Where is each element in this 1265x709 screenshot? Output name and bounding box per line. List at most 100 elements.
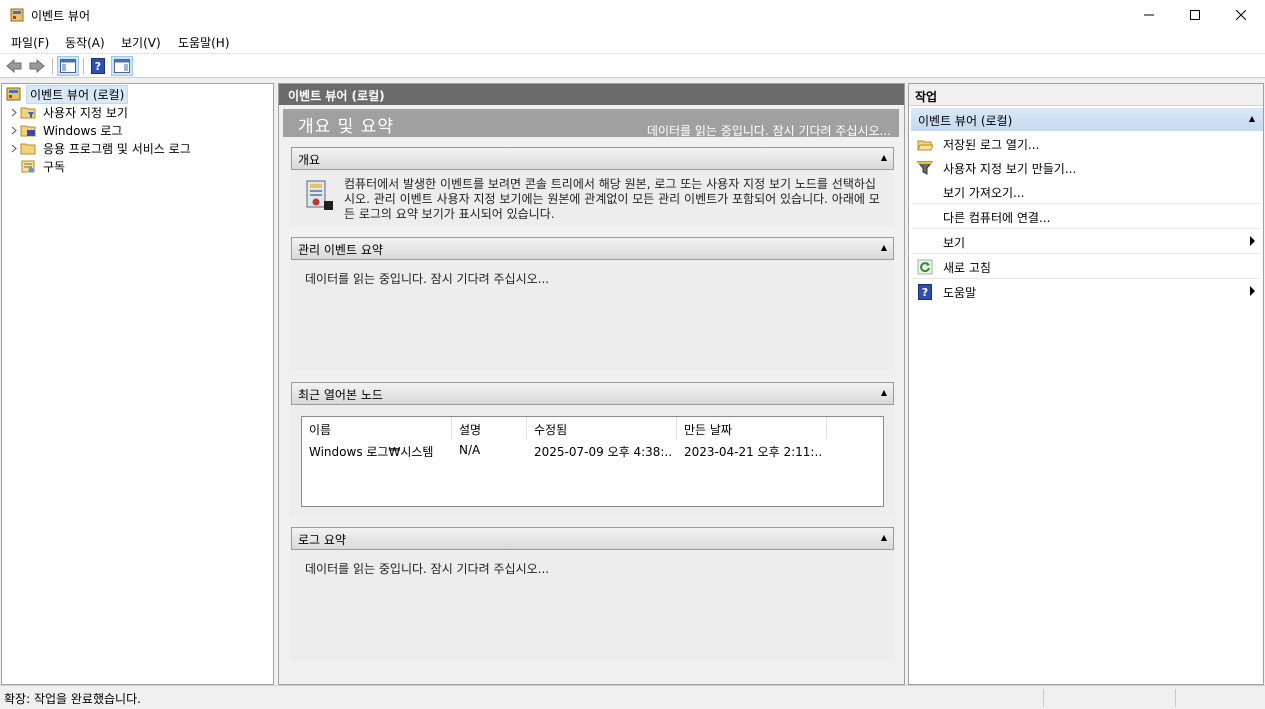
action-label: 다른 컴퓨터에 연결... (943, 211, 1051, 225)
status-divider (1175, 689, 1176, 707)
expand-chevron-icon[interactable] (8, 139, 20, 157)
show-hide-console-tree-button[interactable] (57, 56, 79, 76)
action-refresh[interactable]: 새로 고침 (911, 255, 1261, 279)
action-create-custom-view[interactable]: 사용자 지정 보기 만들기... (911, 156, 1261, 180)
section-title: 개요 (298, 153, 321, 167)
tree-item-label: 구독 (43, 159, 66, 174)
close-button[interactable] (1218, 0, 1264, 30)
back-arrow-icon (6, 59, 22, 73)
collapse-arrow-icon[interactable]: ▲ (1249, 114, 1255, 123)
no-chevron (8, 157, 20, 175)
refresh-icon (917, 259, 933, 275)
section-title: 관리 이벤트 요약 (298, 243, 383, 257)
back-button[interactable] (4, 56, 24, 76)
section-title: 최근 열어본 노드 (298, 388, 383, 402)
recent-nodes-table: 이름 설명 수정됨 만든 날짜 Windows 로그₩시스템 N/A 2025-… (301, 416, 884, 507)
section-overview-content: 컴퓨터에서 발생한 이벤트를 보려면 콘솔 트리에서 해당 원본, 로그 또는 … (291, 170, 894, 225)
expand-chevron-icon[interactable] (8, 121, 20, 139)
show-hide-action-pane-button[interactable] (111, 56, 133, 76)
actions-pane: 작업 이벤트 뷰어 (로컬) ▲ 저장된 로그 열기... 사용자 지정 보기 … (908, 83, 1264, 685)
menu-help[interactable]: 도움말(H) (178, 34, 230, 51)
maximize-button[interactable] (1172, 0, 1218, 30)
section-recent-nodes-content: 이름 설명 수정됨 만든 날짜 Windows 로그₩시스템 N/A 2025-… (291, 405, 894, 516)
overview-loading-text: 데이터를 읽는 중입니다. 잠시 기다려 주십시오... (646, 124, 891, 138)
action-open-saved-log[interactable]: 저장된 로그 열기... (911, 132, 1261, 156)
action-connect-other-computer[interactable]: 다른 컴퓨터에 연결... (911, 205, 1261, 229)
menu-action[interactable]: 동작(A) (65, 34, 105, 51)
overview-banner: 개요 및 요약 데이터를 읽는 중입니다. 잠시 기다려 주십시오... (283, 109, 899, 138)
section-log-summary-header[interactable]: 로그 요약 ▲ (291, 527, 894, 550)
forward-button[interactable] (27, 56, 47, 76)
loading-text: 데이터를 읽는 중입니다. 잠시 기다려 주십시오... (305, 272, 550, 286)
cell-created: 2023-04-21 오후 2:11:... (684, 445, 822, 459)
menu-bar: 파일(F) 동작(A) 보기(V) 도움말(H) (0, 30, 1265, 53)
section-title: 로그 요약 (298, 533, 346, 547)
collapse-arrow-icon[interactable]: ▲ (881, 243, 887, 252)
title-bar: 이벤트 뷰어 (0, 0, 1265, 30)
event-viewer-app-icon (10, 8, 24, 22)
action-label: 사용자 지정 보기 만들기... (943, 162, 1077, 176)
cell-name: Windows 로그₩시스템 (309, 445, 434, 459)
forward-arrow-icon (29, 59, 45, 73)
console-tree-icon (60, 59, 76, 73)
tree-item-windows-logs[interactable]: Windows 로그 (8, 121, 125, 139)
column-header-modified[interactable]: 수정됨 (527, 417, 677, 439)
help-toolbar-button[interactable]: ? (88, 56, 108, 76)
filter-icon (917, 161, 933, 175)
section-log-summary-content: 데이터를 읽는 중입니다. 잠시 기다려 주십시오... (291, 550, 894, 661)
open-folder-icon (917, 140, 933, 151)
expand-chevron-icon[interactable] (8, 103, 20, 121)
action-help[interactable]: ? 도움말 (911, 280, 1261, 304)
tree-item-custom-views[interactable]: 사용자 지정 보기 (8, 103, 131, 121)
section-admin-summary-header[interactable]: 관리 이벤트 요약 ▲ (291, 237, 894, 260)
svg-text:?: ? (922, 286, 928, 299)
section-overview: 개요 ▲ 컴퓨터에서 발생한 이벤트를 보려면 콘솔 트리에서 해당 원본, 로… (291, 147, 894, 225)
maximize-icon (1190, 10, 1200, 20)
tree-item-subscriptions[interactable]: 구독 (8, 157, 68, 175)
action-import-view[interactable]: 보기 가져오기... (911, 180, 1261, 204)
overview-description: 컴퓨터에서 발생한 이벤트를 보려면 콘솔 트리에서 해당 원본, 로그 또는 … (344, 177, 880, 221)
column-header-created[interactable]: 만든 날짜 (677, 417, 827, 439)
menu-view[interactable]: 보기(V) (121, 34, 161, 51)
section-admin-summary: 관리 이벤트 요약 ▲ 데이터를 읽는 중입니다. 잠시 기다려 주십시오... (291, 237, 894, 371)
action-label: 보기 (943, 236, 966, 250)
tree-item-root[interactable]: 이벤트 뷰어 (로컬) (6, 84, 129, 104)
cell-description: N/A (459, 443, 481, 457)
collapse-arrow-icon[interactable]: ▲ (881, 388, 887, 397)
column-header-name[interactable]: 이름 (302, 417, 452, 439)
center-pane: 이벤트 뷰어 (로컬) 개요 및 요약 데이터를 읽는 중입니다. 잠시 기다려… (278, 83, 905, 685)
collapse-arrow-icon[interactable]: ▲ (881, 533, 887, 542)
action-view[interactable]: 보기 (911, 230, 1261, 254)
window-title: 이벤트 뷰어 (31, 9, 91, 23)
folder-log-icon (20, 125, 36, 137)
menu-file[interactable]: 파일(F) (11, 34, 49, 51)
subscription-icon (21, 160, 35, 173)
event-log-info-icon (306, 180, 333, 210)
close-icon (1236, 10, 1246, 20)
action-label: 새로 고침 (943, 261, 991, 275)
minimize-button[interactable] (1126, 0, 1172, 30)
toolbar: ? (0, 53, 1265, 78)
section-recent-nodes-header[interactable]: 최근 열어본 노드 ▲ (291, 382, 894, 405)
collapse-arrow-icon[interactable]: ▲ (881, 153, 887, 162)
folder-icon (20, 143, 36, 155)
center-pane-header: 이벤트 뷰어 (로컬) (279, 84, 904, 105)
console-tree: 이벤트 뷰어 (로컬) 사용자 지정 보기 Windows 로그 응용 프로그램… (1, 83, 274, 685)
submenu-arrow-icon (1250, 236, 1255, 246)
help-icon: ? (918, 284, 932, 300)
tree-item-app-service-logs[interactable]: 응용 프로그램 및 서비스 로그 (8, 139, 194, 157)
tree-item-label: 응용 프로그램 및 서비스 로그 (43, 141, 191, 156)
toolbar-separator (83, 58, 84, 74)
center-pane-body[interactable]: 개요 및 요약 데이터를 읽는 중입니다. 잠시 기다려 주십시오... 개요 … (279, 105, 904, 684)
tree-item-label: 사용자 지정 보기 (43, 105, 128, 120)
submenu-arrow-icon (1250, 286, 1255, 296)
column-header-description[interactable]: 설명 (452, 417, 527, 439)
status-text: 확장: 작업을 완료했습니다. (4, 692, 141, 706)
section-overview-header[interactable]: 개요 ▲ (291, 147, 894, 170)
section-admin-summary-content: 데이터를 읽는 중입니다. 잠시 기다려 주십시오... (291, 260, 894, 371)
actions-group-header[interactable]: 이벤트 뷰어 (로컬) ▲ (911, 108, 1263, 131)
loading-text: 데이터를 읽는 중입니다. 잠시 기다려 주십시오... (305, 562, 550, 576)
toolbar-separator (52, 58, 53, 74)
minimize-icon (1144, 14, 1154, 16)
status-bar: 확장: 작업을 완료했습니다. (0, 685, 1265, 709)
